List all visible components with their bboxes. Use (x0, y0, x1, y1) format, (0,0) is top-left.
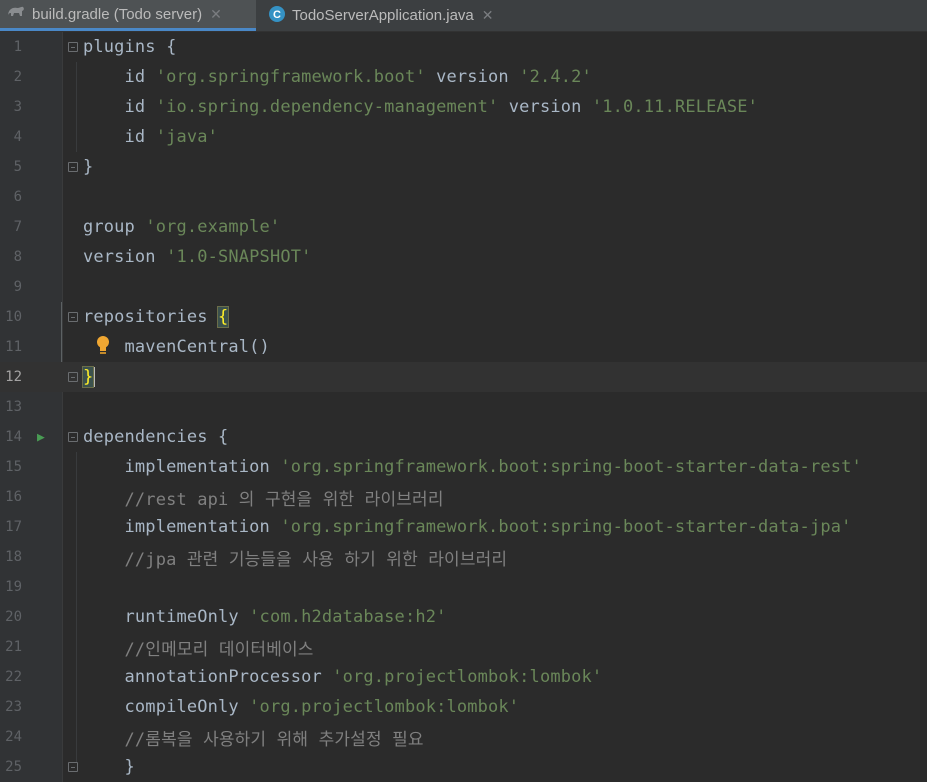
line-number: 5 (13, 159, 22, 175)
code-text: id 'org.springframework.boot' version '2… (83, 67, 592, 87)
code-text: version '1.0-SNAPSHOT' (83, 247, 312, 267)
line-number: 13 (5, 399, 22, 415)
fold-icon[interactable] (68, 432, 78, 442)
run-icon[interactable]: ▶ (37, 430, 45, 445)
close-icon[interactable]: ✕ (482, 7, 494, 24)
matched-brace: { (216, 306, 230, 328)
line-number: 22 (5, 669, 22, 685)
code-line-current: 12 } (0, 362, 927, 392)
line-number: 9 (13, 279, 22, 295)
line-number: 21 (5, 639, 22, 655)
code-line: 1 plugins { (0, 32, 927, 62)
code-text: dependencies { (83, 427, 229, 447)
fold-end-icon[interactable] (68, 372, 78, 382)
line-number: 2 (13, 69, 22, 85)
line-number: 14 (5, 429, 22, 445)
code-text: mavenCentral() (83, 337, 270, 357)
comment-text: //롬복을 사용하기 위해 추가설정 필요 (83, 729, 424, 750)
code-text: group 'org.example' (83, 217, 281, 237)
code-text: plugins { (83, 37, 177, 57)
tab-label: build.gradle (Todo server) (32, 5, 203, 23)
code-line: 15 implementation 'org.springframework.b… (0, 452, 927, 482)
code-text: } (83, 157, 94, 177)
line-number: 12 (5, 369, 22, 385)
line-number: 20 (5, 609, 22, 625)
code-line: 17 implementation 'org.springframework.b… (0, 512, 927, 542)
line-number: 23 (5, 699, 22, 715)
close-icon[interactable]: ✕ (210, 6, 222, 23)
code-text: repositories { (83, 306, 230, 328)
code-line: 20 runtimeOnly 'com.h2database:h2' (0, 602, 927, 632)
line-number: 3 (13, 99, 22, 115)
fold-end-icon[interactable] (68, 162, 78, 172)
code-line: 16 //rest api 의 구현을 위한 라이브러리 (0, 482, 927, 512)
code-line: 25 } (0, 752, 927, 782)
line-number: 10 (5, 309, 22, 325)
comment-text: //인메모리 데이터베이스 (83, 639, 314, 660)
code-text: } (83, 757, 135, 777)
code-line: 4 id 'java' (0, 122, 927, 152)
code-text: id 'java' (83, 127, 219, 147)
tab-label: TodoServerApplication.java (292, 7, 474, 24)
line-number: 11 (5, 339, 22, 355)
code-text: implementation 'org.springframework.boot… (83, 457, 862, 477)
code-line: 8 version '1.0-SNAPSHOT' (0, 242, 927, 272)
code-text: runtimeOnly 'com.h2database:h2' (83, 607, 447, 627)
code-line: 19 (0, 572, 927, 602)
line-number: 19 (5, 579, 22, 595)
code-line: 3 id 'io.spring.dependency-management' v… (0, 92, 927, 122)
code-text: id 'io.spring.dependency-management' ver… (83, 97, 759, 117)
java-class-icon: C (268, 5, 286, 27)
fold-icon[interactable] (68, 42, 78, 52)
line-number: 15 (5, 459, 22, 475)
line-number: 1 (13, 39, 22, 55)
fold-icon[interactable] (68, 312, 78, 322)
code-line: 14 ▶ dependencies { (0, 422, 927, 452)
tab-build-gradle[interactable]: build.gradle (Todo server) ✕ (0, 0, 256, 31)
code-line: 7 group 'org.example' (0, 212, 927, 242)
code-line: 18 //jpa 관련 기능들을 사용 하기 위한 라이브러리 (0, 542, 927, 572)
code-line: 22 annotationProcessor 'org.projectlombo… (0, 662, 927, 692)
matched-brace: } (81, 366, 95, 388)
code-line: 24 //롬복을 사용하기 위해 추가설정 필요 (0, 722, 927, 752)
line-number: 24 (5, 729, 22, 745)
code-line: 11 mavenCentral() (0, 332, 927, 362)
code-line: 9 (0, 272, 927, 302)
code-line: 10 repositories { (0, 302, 927, 332)
comment-text: //jpa 관련 기능들을 사용 하기 위한 라이브러리 (83, 549, 508, 570)
line-number: 6 (13, 189, 22, 205)
fold-end-icon[interactable] (68, 762, 78, 772)
line-number: 18 (5, 549, 22, 565)
code-line: 6 (0, 182, 927, 212)
code-line: 21 //인메모리 데이터베이스 (0, 632, 927, 662)
code-line: 2 id 'org.springframework.boot' version … (0, 62, 927, 92)
line-number: 4 (13, 129, 22, 145)
code-line: 5 } (0, 152, 927, 182)
line-number: 25 (5, 759, 22, 775)
svg-text:C: C (273, 9, 281, 21)
code-line: 23 compileOnly 'org.projectlombok:lombok… (0, 692, 927, 722)
editor-tab-bar: build.gradle (Todo server) ✕ C TodoServe… (0, 0, 927, 32)
code-text: implementation 'org.springframework.boot… (83, 517, 852, 537)
code-text: compileOnly 'org.projectlombok:lombok' (83, 697, 520, 717)
code-text: } (81, 366, 96, 388)
line-number: 17 (5, 519, 22, 535)
line-number: 16 (5, 489, 22, 505)
text-cursor (93, 367, 96, 387)
code-line: 13 (0, 392, 927, 422)
line-number: 7 (13, 219, 22, 235)
line-number: 8 (13, 249, 22, 265)
code-text: annotationProcessor 'org.projectlombok:l… (83, 667, 603, 687)
tab-todo-server-application[interactable]: C TodoServerApplication.java ✕ (262, 0, 522, 31)
gradle-elephant-icon (6, 4, 26, 24)
comment-text: //rest api 의 구현을 위한 라이브러리 (83, 489, 444, 510)
